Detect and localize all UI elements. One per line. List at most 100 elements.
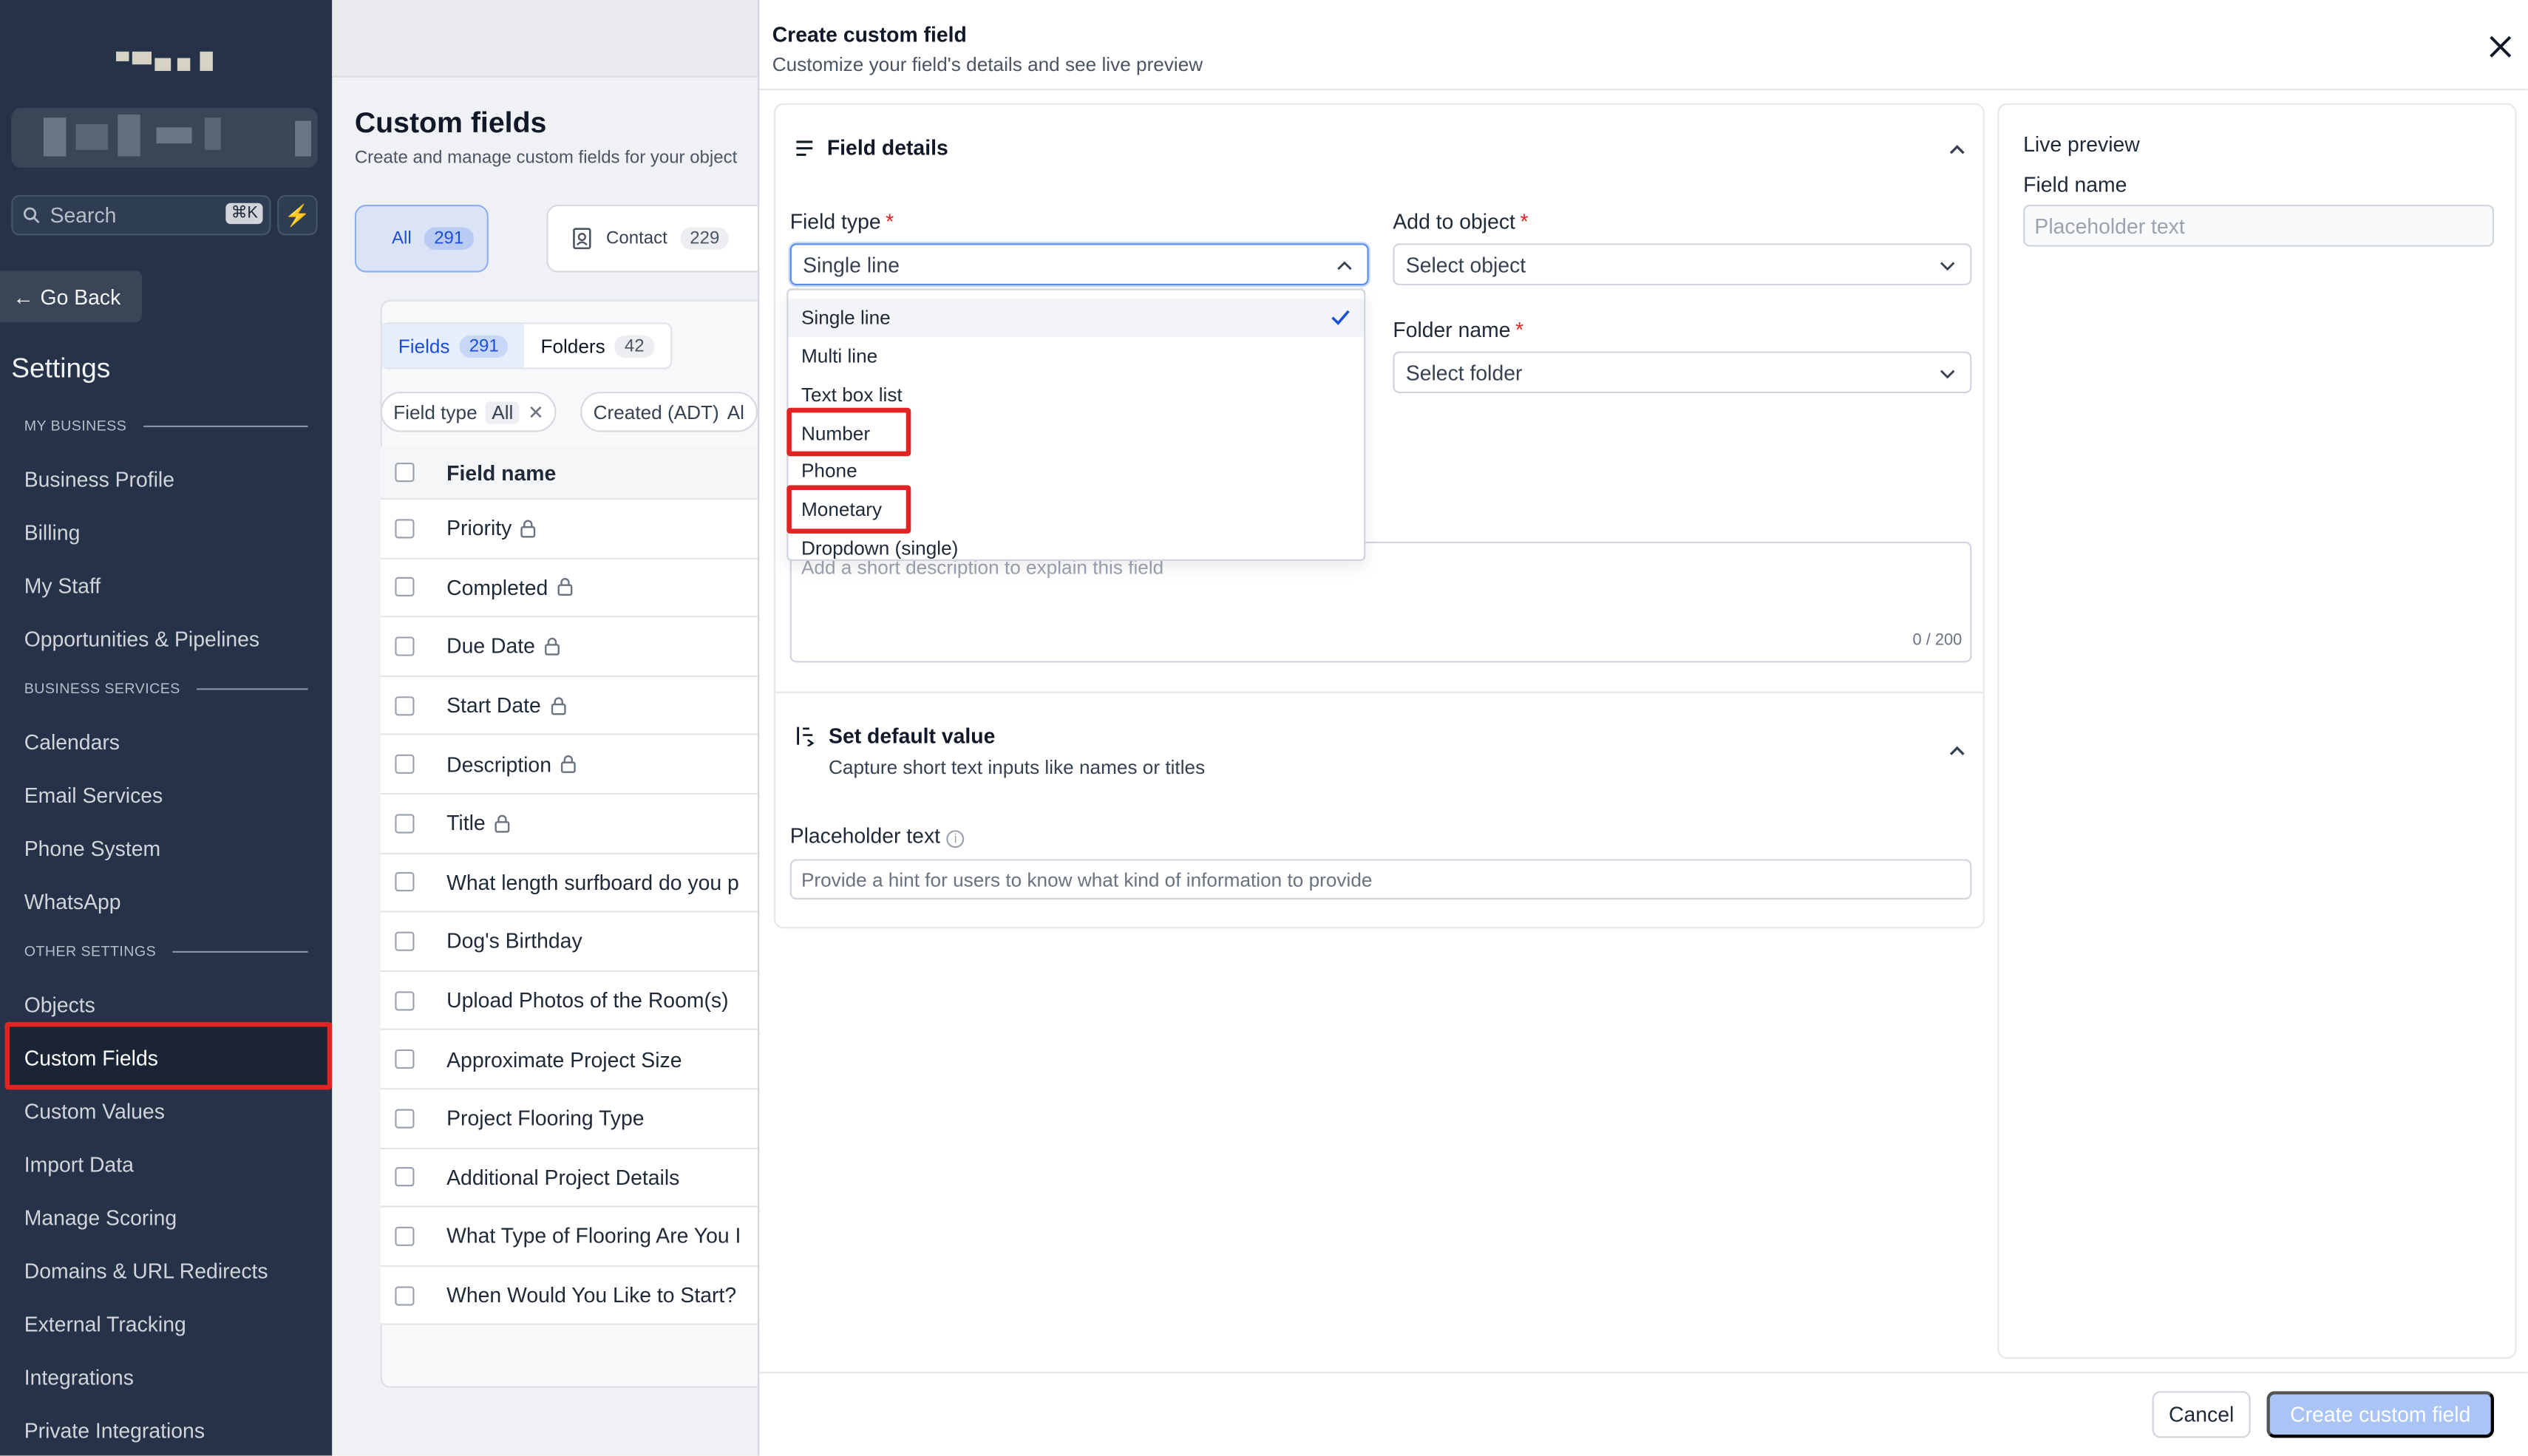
placeholder-text-input[interactable]: Provide a hint for users to know what ki… <box>789 859 1972 899</box>
sidebar-item-integrations[interactable]: Integrations <box>24 1365 134 1389</box>
row-checkbox[interactable] <box>395 1226 415 1246</box>
live-preview-panel: Live preview Field name Placeholder text <box>1997 103 2517 1359</box>
filter-chip-field-type[interactable]: Field type All ✕ <box>380 391 557 432</box>
sidebar-item-opportunities[interactable]: Opportunities & Pipelines <box>24 627 259 651</box>
create-custom-field-button[interactable]: Create custom field <box>2266 1391 2495 1438</box>
sidebar-item-manage-scoring[interactable]: Manage Scoring <box>24 1205 177 1230</box>
row-checkbox[interactable] <box>395 872 415 892</box>
table-row[interactable]: Upload Photos of the Room(s) <box>380 971 758 1031</box>
object-tab-contact[interactable]: Contact 229 <box>546 204 758 273</box>
sidebar-item-custom-fields[interactable]: Custom Fields <box>24 1046 158 1070</box>
field-name-cell: Title <box>446 812 511 835</box>
row-checkbox[interactable] <box>395 1285 415 1305</box>
check-icon <box>1331 310 1350 325</box>
field-name-text: Dog's Birthday <box>446 929 582 953</box>
row-checkbox[interactable] <box>395 755 415 775</box>
row-checkbox[interactable] <box>395 518 415 539</box>
table-header: Field name <box>380 446 758 500</box>
sidebar-item-my-staff[interactable]: My Staff <box>24 574 101 598</box>
field-type-select[interactable]: Single line <box>789 243 1369 286</box>
sidebar-item-phone-system[interactable]: Phone System <box>24 837 160 861</box>
column-header-field-name: Field name <box>446 460 557 485</box>
row-checkbox[interactable] <box>395 577 415 597</box>
chevron-up-icon[interactable] <box>1946 740 1968 763</box>
sidebar-item-private-integrations[interactable]: Private Integrations <box>24 1418 205 1443</box>
table-row[interactable]: Start Date <box>380 676 758 736</box>
filter-chip-created[interactable]: Created (ADT) Al <box>580 391 758 432</box>
row-checkbox[interactable] <box>395 1108 415 1129</box>
tab-label: Fields <box>398 334 450 358</box>
select-placeholder: Select object <box>1405 252 1526 277</box>
default-value-heading[interactable]: Set default value <box>795 724 995 748</box>
go-back-button[interactable]: ← Go Back <box>0 271 142 323</box>
option-monetary[interactable]: Monetary <box>789 490 1365 528</box>
live-preview-title: Live preview <box>2023 132 2140 157</box>
tab-fields[interactable]: Fields 291 <box>381 324 525 368</box>
row-checkbox[interactable] <box>395 695 415 715</box>
field-name-cell: Additional Project Details <box>446 1165 679 1189</box>
field-details-heading[interactable]: Field details <box>795 135 948 160</box>
sidebar-item-calendars[interactable]: Calendars <box>24 730 120 755</box>
row-checkbox[interactable] <box>395 1050 415 1069</box>
cancel-button[interactable]: Cancel <box>2152 1391 2251 1438</box>
object-tab-all[interactable]: All 291 <box>354 204 489 273</box>
table-row[interactable]: When Would You Like to Start? <box>380 1266 758 1326</box>
company-logo <box>116 45 216 74</box>
quick-action-button[interactable]: ⚡ <box>277 194 318 236</box>
option-multi-line[interactable]: Multi line <box>789 337 1365 375</box>
option-text-box-list[interactable]: Text box list <box>789 375 1365 414</box>
row-checkbox[interactable] <box>395 990 415 1010</box>
default-value-subheading: Capture short text inputs like names or … <box>829 755 1206 779</box>
field-name-cell: Description <box>446 752 577 777</box>
close-icon[interactable] <box>2484 30 2517 63</box>
sidebar-item-billing[interactable]: Billing <box>24 520 81 545</box>
chevron-up-icon[interactable] <box>1946 139 1968 162</box>
sidebar-item-business-profile[interactable]: Business Profile <box>24 467 174 491</box>
table-row[interactable]: Due Date <box>380 617 758 677</box>
table-row[interactable]: Priority <box>380 500 758 559</box>
option-single-line[interactable]: Single line <box>788 298 1365 337</box>
row-checkbox[interactable] <box>395 813 415 834</box>
table-row[interactable]: Approximate Project Size <box>380 1030 758 1090</box>
info-icon[interactable]: i <box>946 830 965 848</box>
section-heading: Set default value <box>829 724 996 748</box>
chevron-down-icon <box>1940 262 1955 271</box>
close-icon[interactable]: ✕ <box>528 401 544 423</box>
field-name-cell: Dog's Birthday <box>446 929 582 953</box>
sidebar-item-whatsapp[interactable]: WhatsApp <box>24 890 121 914</box>
table-row[interactable]: Dog's Birthday <box>380 912 758 972</box>
field-name-cell: What Type of Flooring Are You I <box>446 1224 741 1248</box>
modal-subtitle: Customize your field's details and see l… <box>772 52 1203 76</box>
sidebar-item-domains[interactable]: Domains & URL Redirects <box>24 1259 268 1283</box>
sidebar-item-objects[interactable]: Objects <box>24 993 95 1017</box>
add-to-object-select[interactable]: Select object <box>1393 243 1972 286</box>
row-checkbox[interactable] <box>395 931 415 951</box>
table-row[interactable]: Description <box>380 735 758 795</box>
tab-folders[interactable]: Folders 42 <box>525 324 670 367</box>
table-row[interactable]: Completed <box>380 558 758 618</box>
table-row[interactable]: What length surfboard do you p <box>380 853 758 913</box>
row-checkbox[interactable] <box>395 1167 415 1187</box>
sidebar-item-import-data[interactable]: Import Data <box>24 1152 134 1177</box>
folder-select[interactable]: Select folder <box>1393 351 1972 394</box>
sidebar-item-custom-values[interactable]: Custom Values <box>24 1099 165 1123</box>
table-row[interactable]: What Type of Flooring Are You I <box>380 1207 758 1267</box>
sidebar-item-email-services[interactable]: Email Services <box>24 783 163 808</box>
account-switcher[interactable] <box>11 108 318 168</box>
table-row[interactable]: Project Flooring Type <box>380 1089 758 1149</box>
field-type-dropdown: Single line Multi line Text box list Num… <box>786 288 1366 561</box>
field-name-text: Priority <box>446 516 512 541</box>
field-name-text: Due Date <box>446 634 535 659</box>
option-dropdown-single[interactable]: Dropdown (single) <box>789 528 1365 559</box>
option-phone[interactable]: Phone <box>789 452 1365 490</box>
table-row[interactable]: Title <box>380 795 758 854</box>
option-number[interactable]: Number <box>789 415 1365 453</box>
row-checkbox[interactable] <box>395 636 415 656</box>
table-row[interactable]: Additional Project Details <box>380 1149 758 1208</box>
section-label: BUSINESS SERVICES <box>24 680 180 697</box>
sidebar-search-input[interactable]: Search ⌘K <box>11 194 271 236</box>
sidebar-item-external-tracking[interactable]: External Tracking <box>24 1312 186 1336</box>
add-to-object-label: Add to object * <box>1393 209 1529 234</box>
tab-count: 291 <box>459 334 509 358</box>
select-all-checkbox[interactable] <box>395 462 415 483</box>
